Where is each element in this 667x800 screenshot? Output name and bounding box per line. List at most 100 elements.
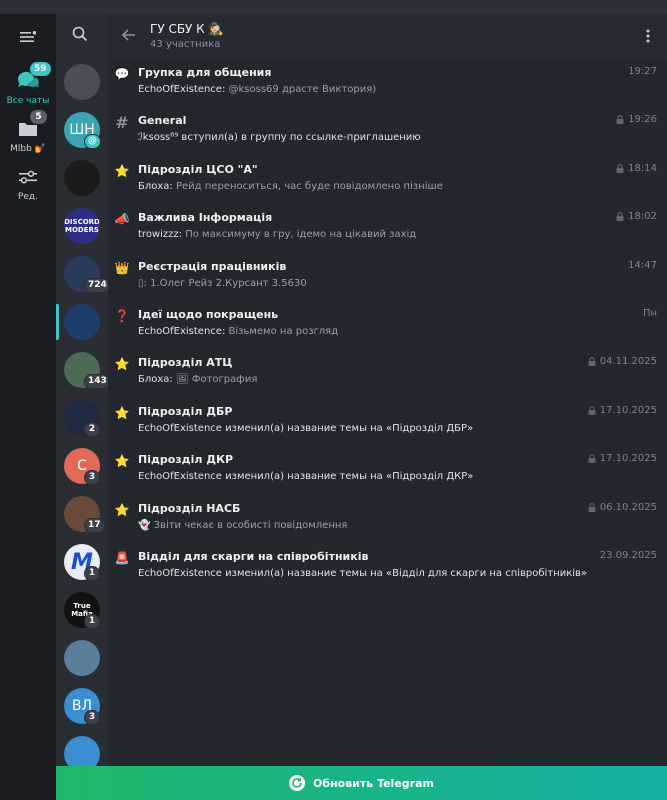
folder-sidebar: 59 Все чаты 5 Mlbb 💅 Ред. xyxy=(0,14,56,800)
time-text: 17.10.2025 xyxy=(599,404,657,416)
topic-time: 04.11.2025 xyxy=(588,356,657,367)
preview-sender: trowizzz: xyxy=(138,229,183,241)
preview-text: Візьмемо на розгляд xyxy=(228,326,339,337)
topic-time: Пн xyxy=(643,308,657,319)
preview-text: @ksoss69 драсте Виктория) xyxy=(228,84,377,95)
preview-prefix: 🖼 xyxy=(175,374,189,386)
preview-text: Звіти чекає в особисті повідомлення xyxy=(153,519,348,531)
folder-label: Все чаты xyxy=(6,96,50,106)
topic-row[interactable]: 👑 Реєстрація працівників ▯: 1.Олег Рейз 2.… xyxy=(108,258,667,306)
topics-panel: ГУ СБУ К 🕵 43 участника 💬 Групка для обще… xyxy=(108,14,667,800)
back-button[interactable] xyxy=(120,26,138,44)
topic-time: 17.10.2025 xyxy=(588,405,657,416)
topic-title: Ідеї щодо покращень xyxy=(138,308,279,321)
topic-preview: 👻 Звіти чекає в особисті повідомлення xyxy=(138,520,347,531)
detective-emoji: 🕵 xyxy=(208,22,224,36)
preview-sender: Блоха: xyxy=(138,374,173,386)
chat-avatar[interactable]: DISCORD MODERS xyxy=(64,208,100,244)
preview-prefix: ▯: xyxy=(138,277,147,289)
folder-edit[interactable]: Ред. xyxy=(0,164,56,202)
topic-row[interactable]: 💬 Групка для общения EchoOfExistence: @kso… xyxy=(108,64,667,112)
selected-chat-indicator xyxy=(56,304,59,340)
folder-mlbb[interactable]: 5 Mlbb 💅 xyxy=(0,110,56,154)
member-count: 43 участника xyxy=(150,39,221,50)
chat-avatar[interactable] xyxy=(64,640,100,676)
chat-avatar-column: ШН @ DISCORD MODERS 724 143 2 С 3 17 M 1 True Mafia… xyxy=(56,14,111,800)
menu-button[interactable] xyxy=(0,24,56,50)
topic-title: Підрозділ ДБР xyxy=(138,404,233,418)
topic-preview: EchoOfExistence изменил(а) название темы… xyxy=(138,471,473,482)
update-label: Обновить Telegram xyxy=(313,776,434,790)
kebab-menu-icon xyxy=(646,29,650,43)
unread-count-badge: 724 xyxy=(84,278,111,293)
chat-avatar[interactable] xyxy=(64,160,100,196)
refresh-icon xyxy=(289,775,306,791)
topic-time: 18:02 xyxy=(616,211,657,222)
time-text: 17.10.2025 xyxy=(599,453,657,465)
topic-title: Групка для общения xyxy=(138,66,272,79)
topic-row[interactable]: 🚨 Відділ для скарги на співробітників Echo… xyxy=(108,548,667,596)
topic-title: Підрозділ ЦСО "А" xyxy=(138,162,258,176)
time-text: 18:02 xyxy=(628,211,657,223)
chat-header: ГУ СБУ К 🕵 43 участника xyxy=(108,14,667,60)
lock-icon xyxy=(588,502,596,512)
topic-preview: ℐksoss⁶⁹ вступил(а) в группу по ссылке-п… xyxy=(138,132,421,143)
topic-time: 17.10.2025 xyxy=(588,453,657,464)
preview-text: Рейд переноситься, час буде повідомлено … xyxy=(175,180,443,192)
time-text: 19:27 xyxy=(628,66,657,77)
topic-time: 19:26 xyxy=(616,114,657,125)
window-top-strip xyxy=(0,0,667,14)
topic-title: Реєстрація працівників xyxy=(138,259,287,273)
topic-row[interactable]: ⭐ Підрозділ ДБР EchoOfExistence изменил(а)… xyxy=(108,403,667,451)
page-title[interactable]: ГУ СБУ К 🕵 xyxy=(150,22,223,36)
topic-preview: ▯: 1.Олег Рейз 2.Курсант 3.5630 xyxy=(138,278,307,289)
unread-count-badge: 3 xyxy=(84,470,100,485)
topic-title: Підрозділ ДКР xyxy=(138,453,234,467)
topic-row[interactable]: ⭐ Підрозділ НАСБ 👻 Звіти чекає в особисті … xyxy=(108,500,667,548)
topic-preview: Блоха: 🖼 Фотография xyxy=(138,374,257,385)
lock-icon xyxy=(616,212,624,222)
topic-row[interactable]: # General ℐksoss⁶⁹ вступил(а) в группу по … xyxy=(108,112,667,160)
topic-row[interactable]: 📣 Важлива Інформація trowizzz: По максимум… xyxy=(108,209,667,257)
time-text: 19:26 xyxy=(628,114,657,126)
topic-time: 14:47 xyxy=(628,260,657,271)
topic-time: 06.10.2025 xyxy=(588,502,657,513)
folder-all-chats[interactable]: 59 Все чаты xyxy=(0,62,56,106)
time-text: 06.10.2025 xyxy=(599,501,657,513)
topic-row[interactable]: ⭐ Підрозділ АТЦ Блоха: 🖼 Фотография 04.11.2… xyxy=(108,354,667,402)
menu-icon xyxy=(20,31,36,42)
unread-count-badge: 17 xyxy=(84,518,105,533)
lock-icon xyxy=(616,163,624,173)
topic-icon: ❓ xyxy=(114,309,130,323)
topic-preview: EchoOfExistence: @ksoss69 драсте Виктори… xyxy=(138,84,376,95)
preview-sender: Блоха: xyxy=(138,180,173,192)
topic-icon: 🚨 xyxy=(114,551,130,565)
chat-avatar[interactable] xyxy=(64,64,100,100)
preview-text: EchoOfExistence изменил(а) название темы… xyxy=(138,422,474,434)
topic-preview: EchoOfExistence изменил(а) название темы… xyxy=(138,568,587,579)
topic-row[interactable]: ❓ Ідеї щодо покращень EchoOfExistence: Віз… xyxy=(108,306,667,354)
topic-row[interactable]: ⭐ Підрозділ ЦСО "А" Блоха: Рейд переносить… xyxy=(108,161,667,209)
unread-count-badge: 2 xyxy=(84,422,100,437)
search-button[interactable] xyxy=(72,26,92,46)
nail-polish-emoji: 💅 xyxy=(34,144,46,154)
topic-row[interactable]: ⭐ Підрозділ ДКР EchoOfExistence изменил(а)… xyxy=(108,451,667,499)
topic-time: 18:14 xyxy=(616,163,657,174)
topic-preview: trowizzz: По максимуму в гру, ідемо на ц… xyxy=(138,229,416,240)
topic-icon: 💬 xyxy=(114,67,130,81)
time-text: 23.09.2025 xyxy=(599,550,657,561)
preview-text: Фотография xyxy=(191,374,258,386)
unread-count-badge: 1 xyxy=(84,566,100,581)
lock-icon xyxy=(588,405,596,415)
folder-label: Ред. xyxy=(17,192,39,202)
preview-sender: EchoOfExistence: xyxy=(138,326,226,337)
topic-icon: 📣 xyxy=(114,212,130,227)
lock-icon xyxy=(616,115,624,125)
topic-title: Підрозділ НАСБ xyxy=(138,501,241,515)
chat-avatar[interactable] xyxy=(64,304,100,340)
search-icon xyxy=(72,26,88,42)
mention-badge: @ xyxy=(84,134,101,149)
preview-text: 1.Олег Рейз 2.Курсант 3.5630 xyxy=(150,277,307,289)
update-telegram-button[interactable]: Обновить Telegram xyxy=(56,766,667,800)
more-menu-button[interactable] xyxy=(645,28,651,44)
